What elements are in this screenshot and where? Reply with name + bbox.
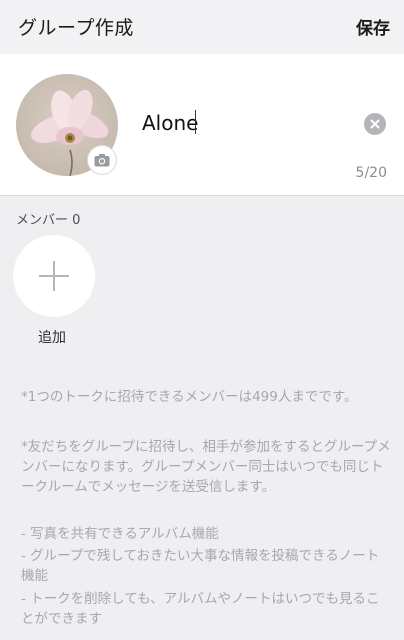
page-title: グループ作成 [18,17,134,39]
close-icon [370,119,380,129]
camera-icon [94,154,110,167]
character-counter: 5/20 [355,165,387,181]
text-caret [195,110,196,134]
member-limit-note: *1つのトークに招待できるメンバーは499人までです。 [21,389,358,405]
add-member-button[interactable] [13,235,95,317]
save-button[interactable]: 保存 [356,14,390,39]
feature-item-album: - 写真を共有できるアルバム機能 [21,526,219,542]
clear-input-button[interactable] [364,113,386,135]
group-name-input[interactable] [142,106,391,140]
plus-icon-vertical [53,261,55,291]
feature-item-note: - グループで残しておきたい大事な情報を投稿できるノート機能 [21,548,380,584]
feature-item-retention: - トークを削除しても、アルバムやノートはいつでも見ることができます [21,591,380,627]
members-count-label: メンバー 0 [16,213,81,228]
group-name-field-wrapper [142,106,391,140]
header-bar: グループ作成 保存 [0,0,404,54]
add-member-label: 追加 [38,330,66,346]
invite-note: *友だちをグループに招待し、相手が参加をするとグループメンバーになります。グルー… [21,439,391,495]
group-profile-card: 5/20 [0,54,404,196]
change-photo-button[interactable] [88,146,116,174]
